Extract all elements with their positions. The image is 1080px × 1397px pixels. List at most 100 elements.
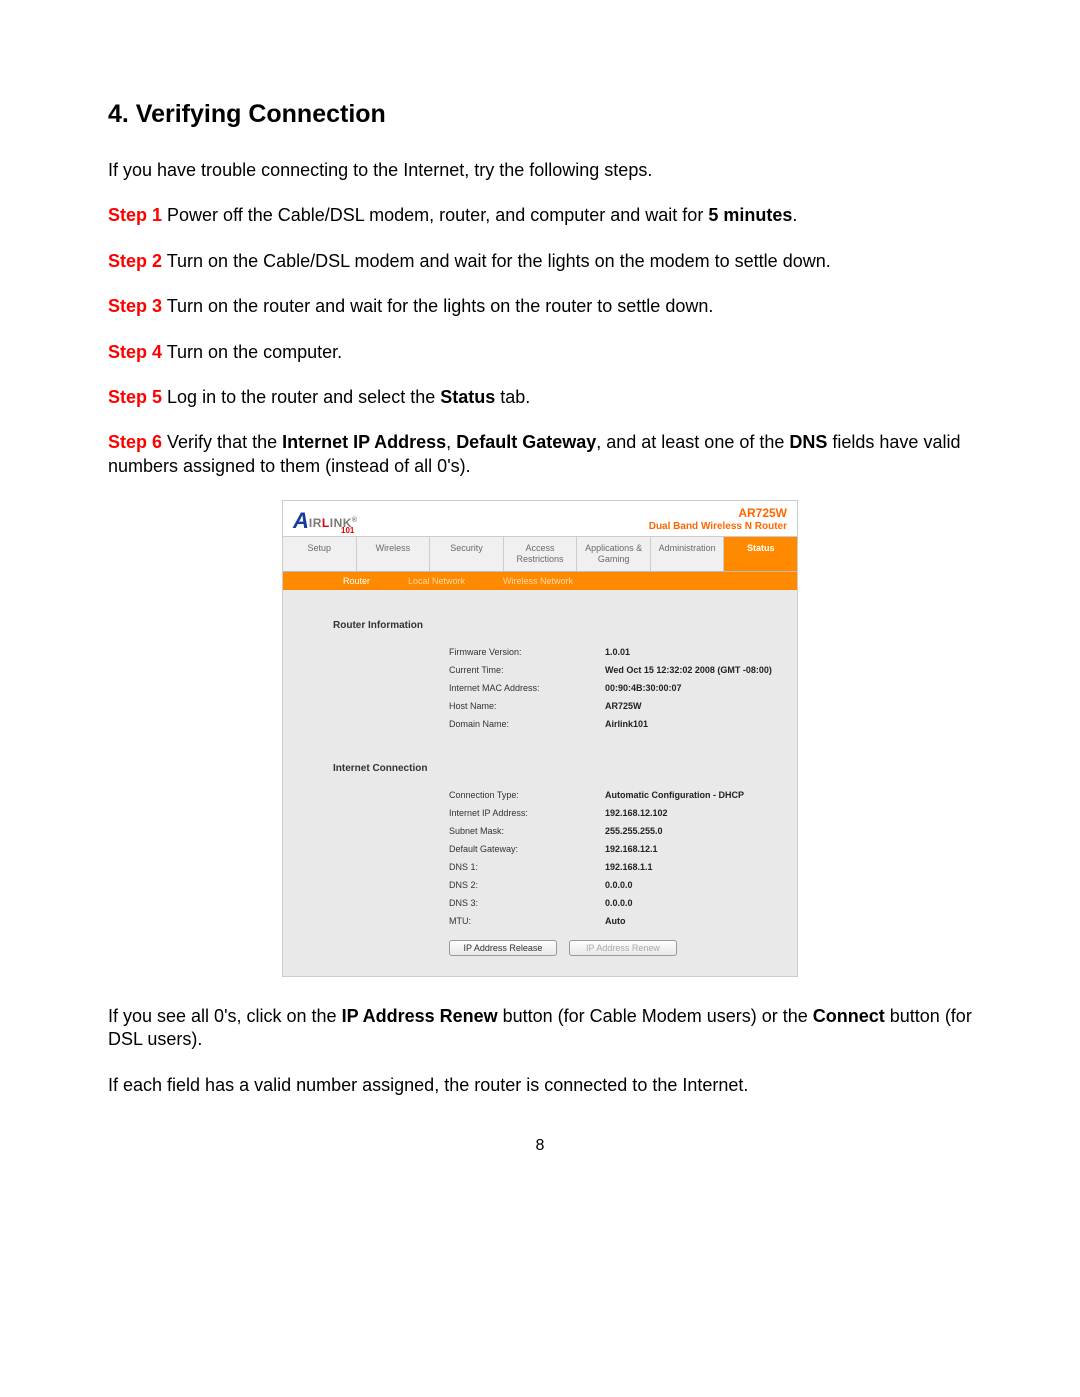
document-page: 4. Verifying Connection If you have trou… <box>0 0 1080 1195</box>
step-text: Power off the Cable/DSL modem, router, a… <box>162 205 708 225</box>
kv-value: 192.168.12.1 <box>605 844 658 854</box>
kv-value: 0.0.0.0 <box>605 880 633 890</box>
step-label: Step 6 <box>108 432 162 452</box>
b3: DNS <box>789 432 827 452</box>
kv-label: MTU: <box>449 916 589 926</box>
kv-value: 0.0.0.0 <box>605 898 633 908</box>
kv-value: 255.255.255.0 <box>605 826 663 836</box>
step-text-b: . <box>792 205 797 225</box>
subtab-wireless-network[interactable]: Wireless Network <box>503 576 573 586</box>
kv-value: 1.0.01 <box>605 647 630 657</box>
logo-text-2: L <box>322 516 330 530</box>
row-internet-ip: Internet IP Address: 192.168.12.102 <box>303 808 785 818</box>
step-2: Step 2 Turn on the Cable/DSL modem and w… <box>108 250 972 273</box>
step-label: Step 2 <box>108 251 162 271</box>
logo-text-1: IR <box>309 516 322 530</box>
kv-label: Domain Name: <box>449 719 589 729</box>
router-status-screenshot: A IR L INK ® 101 AR725W Dual Band Wirele… <box>282 500 798 977</box>
step-3: Step 3 Turn on the router and wait for t… <box>108 295 972 318</box>
step-1: Step 1 Power off the Cable/DSL modem, ro… <box>108 204 972 227</box>
tab-administration[interactable]: Administration <box>651 536 725 571</box>
after-paragraph-2: If each field has a valid number assigne… <box>108 1074 972 1097</box>
tab-wireless[interactable]: Wireless <box>357 536 431 571</box>
kv-label: Internet IP Address: <box>449 808 589 818</box>
ip-address-release-button[interactable]: IP Address Release <box>449 940 557 956</box>
kv-label: Internet MAC Address: <box>449 683 589 693</box>
step-bold: Status <box>440 387 495 407</box>
subtab-router[interactable]: Router <box>343 576 370 586</box>
tab-status[interactable]: Status <box>724 536 797 571</box>
t3: , and at least one of the <box>596 432 789 452</box>
kv-label: Connection Type: <box>449 790 589 800</box>
b1: Internet IP Address <box>282 432 446 452</box>
b1: IP Address Renew <box>342 1006 498 1026</box>
kv-value: Automatic Configuration - DHCP <box>605 790 744 800</box>
row-dns3: DNS 3: 0.0.0.0 <box>303 898 785 908</box>
after-paragraph-1: If you see all 0's, click on the IP Addr… <box>108 1005 972 1052</box>
row-internet-mac: Internet MAC Address: 00:90:4B:30:00:07 <box>303 683 785 693</box>
step-label: Step 4 <box>108 342 162 362</box>
b2: Default Gateway <box>456 432 596 452</box>
row-mtu: MTU: Auto <box>303 916 785 926</box>
step-text: Log in to the router and select the <box>162 387 440 407</box>
row-dns1: DNS 1: 192.168.1.1 <box>303 862 785 872</box>
kv-label: DNS 1: <box>449 862 589 872</box>
kv-label: Current Time: <box>449 665 589 675</box>
step-5: Step 5 Log in to the router and select t… <box>108 386 972 409</box>
ip-address-renew-button[interactable]: IP Address Renew <box>569 940 677 956</box>
kv-value: 00:90:4B:30:00:07 <box>605 683 682 693</box>
step-bold: 5 minutes <box>708 205 792 225</box>
page-number: 8 <box>108 1137 972 1155</box>
kv-value: 192.168.1.1 <box>605 862 653 872</box>
kv-label: Subnet Mask: <box>449 826 589 836</box>
airlink-logo: A IR L INK ® 101 <box>293 508 358 532</box>
step-text: Turn on the computer. <box>162 342 342 362</box>
kv-label: Host Name: <box>449 701 589 711</box>
section-heading: 4. Verifying Connection <box>108 100 972 129</box>
router-header: A IR L INK ® 101 AR725W Dual Band Wirele… <box>283 501 797 536</box>
kv-value: 192.168.12.102 <box>605 808 668 818</box>
logo-sub: 101 <box>341 526 354 535</box>
header-right: AR725W Dual Band Wireless N Router <box>649 507 787 532</box>
logo-a: A <box>293 510 309 532</box>
model-description: Dual Band Wireless N Router <box>649 521 787 533</box>
step-4: Step 4 Turn on the computer. <box>108 341 972 364</box>
kv-label: DNS 2: <box>449 880 589 890</box>
row-default-gateway: Default Gateway: 192.168.12.1 <box>303 844 785 854</box>
section-internet-connection: Internet Connection <box>333 763 785 774</box>
step-label: Step 5 <box>108 387 162 407</box>
row-connection-type: Connection Type: Automatic Configuration… <box>303 790 785 800</box>
model-number: AR725W <box>649 507 787 521</box>
intro-paragraph: If you have trouble connecting to the In… <box>108 159 972 182</box>
status-body: Router Information Firmware Version: 1.0… <box>283 590 797 976</box>
kv-label: Firmware Version: <box>449 647 589 657</box>
row-firmware-version: Firmware Version: 1.0.01 <box>303 647 785 657</box>
tab-security[interactable]: Security <box>430 536 504 571</box>
row-subnet-mask: Subnet Mask: 255.255.255.0 <box>303 826 785 836</box>
row-dns2: DNS 2: 0.0.0.0 <box>303 880 785 890</box>
kv-value: Wed Oct 15 12:32:02 2008 (GMT -08:00) <box>605 665 772 675</box>
kv-label: Default Gateway: <box>449 844 589 854</box>
row-current-time: Current Time: Wed Oct 15 12:32:02 2008 (… <box>303 665 785 675</box>
step-text-b: tab. <box>495 387 530 407</box>
subtab-local-network[interactable]: Local Network <box>408 576 465 586</box>
b2: Connect <box>813 1006 885 1026</box>
kv-label: DNS 3: <box>449 898 589 908</box>
step-label: Step 3 <box>108 296 162 316</box>
main-tab-bar: Setup Wireless Security Access Restricti… <box>283 536 797 572</box>
sub-tab-bar: Router Local Network Wireless Network <box>283 572 797 590</box>
ip-button-row: IP Address Release IP Address Renew <box>449 940 785 956</box>
tab-setup[interactable]: Setup <box>283 536 357 571</box>
tab-applications-gaming[interactable]: Applications & Gaming <box>577 536 651 571</box>
step-text: Turn on the router and wait for the ligh… <box>162 296 713 316</box>
tab-access-restrictions[interactable]: Access Restrictions <box>504 536 578 571</box>
t1: Verify that the <box>162 432 282 452</box>
t1: If you see all 0's, click on the <box>108 1006 342 1026</box>
step-label: Step 1 <box>108 205 162 225</box>
t2: , <box>446 432 456 452</box>
kv-value: Airlink101 <box>605 719 648 729</box>
logo-reg: ® <box>352 517 358 524</box>
t2: button (for Cable Modem users) or the <box>498 1006 813 1026</box>
kv-value: AR725W <box>605 701 642 711</box>
row-host-name: Host Name: AR725W <box>303 701 785 711</box>
